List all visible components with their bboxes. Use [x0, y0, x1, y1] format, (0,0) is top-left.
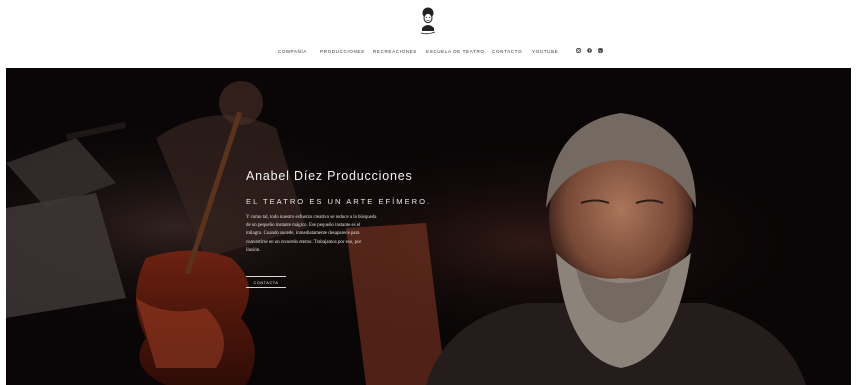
hero-description: Y como tal, todo nuestro esfuerzo creati…	[246, 214, 444, 255]
hero-text-line: ilusión.	[246, 247, 261, 253]
hero-text-line: de un pequeño instante mágico. Ese peque…	[246, 223, 361, 229]
nav-item-contacto[interactable]: CONTACTO	[492, 49, 522, 54]
main-nav: COMPAÑÍA PRODUCCIONES RECREACIONES ESCUE…	[0, 46, 857, 58]
nav-item-recreaciones[interactable]: RECREACIONES	[373, 49, 417, 54]
vimeo-icon[interactable]	[598, 48, 603, 53]
hero-text-line: milagro. Cuando sucede, inmediatamente d…	[246, 231, 360, 237]
hero-subtitle: EL TEATRO ES UN ARTE EFÍMERO.	[246, 197, 432, 206]
instagram-icon[interactable]	[576, 48, 581, 53]
facebook-icon[interactable]	[587, 48, 592, 53]
nav-item-compania[interactable]: COMPAÑÍA	[278, 49, 307, 54]
site-header: COMPAÑÍA PRODUCCIONES RECREACIONES ESCUE…	[0, 0, 857, 68]
hero-text-line: convertirse en un recuerdo eterno. Traba…	[246, 239, 362, 245]
hero-text-line: Y como tal, todo nuestro esfuerzo creati…	[246, 215, 377, 220]
hero-section: Anabel Díez Producciones EL TEATRO ES UN…	[6, 68, 851, 385]
contacta-button[interactable]: CONTACTA	[246, 276, 286, 288]
nav-item-producciones[interactable]: PRODUCCIONES	[320, 49, 365, 54]
nav-item-escuela-de-teatro[interactable]: ESCUELA DE TEATRO	[426, 49, 485, 54]
nav-item-youtube[interactable]: YOUTUBE	[532, 49, 558, 54]
logo-icon[interactable]	[415, 4, 441, 36]
hero-title: Anabel Díez Producciones	[246, 169, 413, 183]
